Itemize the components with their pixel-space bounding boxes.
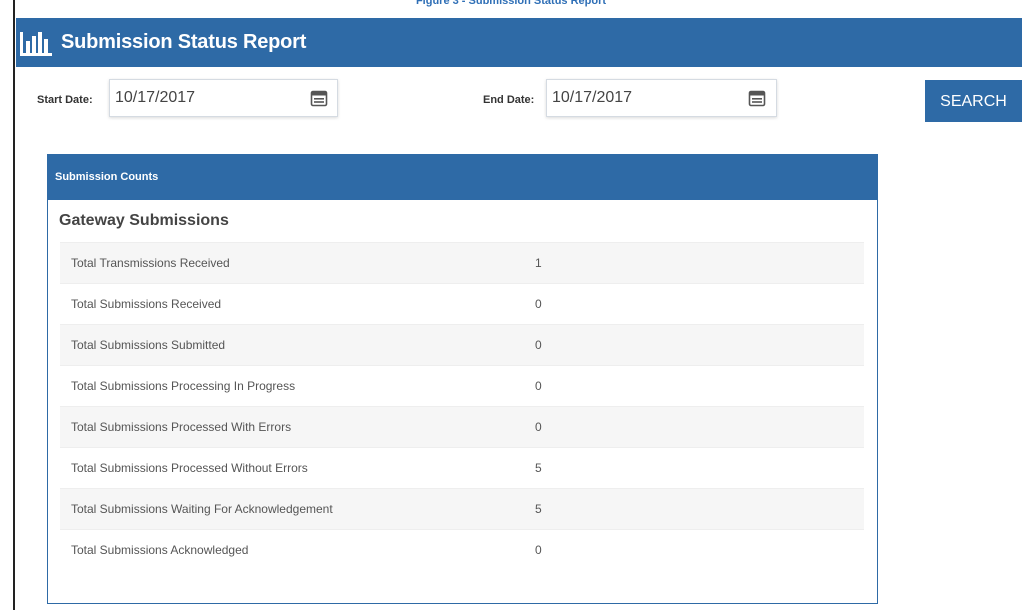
row-value: 5 (535, 461, 542, 475)
row-label: Total Transmissions Received (71, 256, 230, 270)
calendar-icon[interactable] (748, 89, 766, 107)
table-row: Total Submissions Submitted 0 (60, 324, 864, 365)
row-label: Total Submissions Submitted (71, 338, 226, 352)
row-value: 0 (535, 338, 542, 352)
counts-table: Total Transmissions Received 1 Total Sub… (60, 242, 864, 570)
row-label: Total Submissions Processed Without Erro… (71, 461, 308, 475)
row-label: Total Submissions Acknowledged (71, 543, 249, 557)
panel-title: Submission Counts (48, 155, 877, 200)
end-date-field[interactable] (546, 79, 777, 117)
row-label: Total Submissions Processing In Progress (71, 379, 296, 393)
table-row: Total Transmissions Received 1 (60, 242, 864, 283)
row-value: 1 (535, 256, 542, 270)
calendar-icon[interactable] (310, 89, 328, 107)
row-value: 5 (535, 502, 542, 516)
row-value: 0 (535, 543, 542, 557)
row-value: 0 (535, 379, 542, 393)
left-border-line (13, 0, 15, 610)
bar-chart-icon (18, 29, 54, 57)
row-label: Total Submissions Processed With Errors (71, 420, 292, 434)
row-label: Total Submissions Received (71, 297, 222, 311)
table-row: Total Submissions Processing In Progress… (60, 365, 864, 406)
search-button[interactable]: SEARCH (925, 80, 1022, 122)
table-row: Total Submissions Received 0 (60, 283, 864, 324)
figure-caption: Figure 3 - Submission Status Report (415, 0, 607, 7)
page-title: Submission Status Report (61, 31, 307, 53)
submission-counts-panel: Submission Counts Gateway Submissions To… (47, 154, 878, 604)
row-value: 0 (535, 297, 542, 311)
section-title: Gateway Submissions (59, 212, 229, 229)
row-label: Total Submissions Waiting For Acknowledg… (71, 502, 333, 516)
end-date-input[interactable] (552, 87, 722, 109)
app-header: Submission Status Report (16, 18, 1022, 67)
start-date-field[interactable] (109, 79, 338, 117)
table-row: Total Submissions Processed Without Erro… (60, 447, 864, 488)
start-date-input[interactable] (115, 87, 285, 109)
table-row: Total Submissions Processed With Errors … (60, 406, 864, 447)
table-row: Total Submissions Acknowledged 0 (60, 529, 864, 570)
row-value: 0 (535, 420, 542, 434)
end-date-label: End Date: (483, 94, 535, 106)
start-date-label: Start Date: (37, 94, 93, 106)
table-row: Total Submissions Waiting For Acknowledg… (60, 488, 864, 529)
